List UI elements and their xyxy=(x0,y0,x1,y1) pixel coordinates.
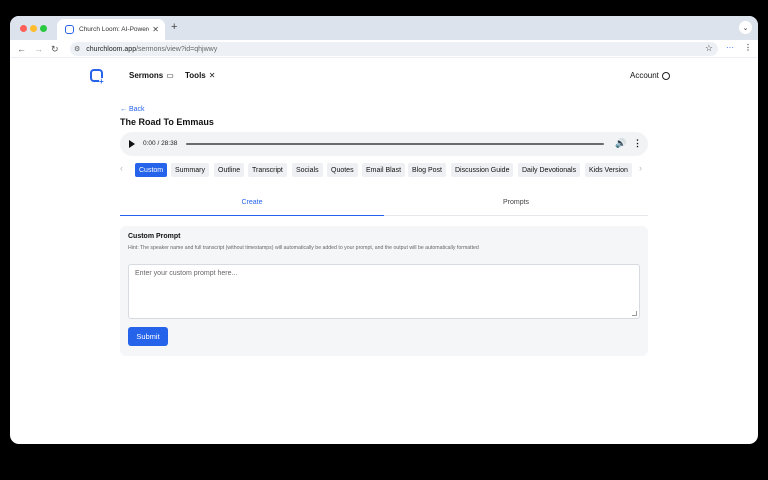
nav-tools-label: Tools xyxy=(185,71,206,80)
chevron-down-icon[interactable]: ⌄ xyxy=(739,21,752,34)
browser-tab[interactable]: Church Loom: AI-Powered Con ✕ xyxy=(57,19,165,40)
browser-toolbar: ← → ↻ ⚙ churchloom.app/sermons/view?id=q… xyxy=(10,40,758,58)
site-info-icon[interactable]: ⚙ xyxy=(74,45,80,53)
account-menu[interactable]: Account xyxy=(630,71,670,80)
url-text: churchloom.app/sermons/view?id=qhjwwy xyxy=(86,46,217,53)
logo-plus-mark: + xyxy=(99,77,104,86)
custom-prompt-card: Custom Prompt Hint: The speaker name and… xyxy=(120,226,648,356)
chevron-right-icon[interactable]: › xyxy=(639,163,642,173)
tools-icon: ✕ xyxy=(208,71,216,80)
tab-blog-post[interactable]: Blog Post xyxy=(408,163,446,177)
custom-prompt-placeholder: Enter your custom prompt here... xyxy=(135,270,238,277)
audio-player: 0:00 / 28:38 🔊 ⋮ xyxy=(120,132,648,156)
tab-socials[interactable]: Socials xyxy=(292,163,323,177)
audio-time: 0:00 / 28:38 xyxy=(143,140,178,147)
volume-icon[interactable]: 🔊 xyxy=(615,138,626,149)
audio-progress-track[interactable] xyxy=(186,143,604,145)
tab-daily-devotionals[interactable]: Daily Devotionals xyxy=(518,163,581,177)
tab-quotes[interactable]: Quotes xyxy=(327,163,358,177)
bookmark-star-icon[interactable]: ☆ xyxy=(705,43,713,54)
tab-summary[interactable]: Summary xyxy=(171,163,209,177)
back-link[interactable]: ← Back xyxy=(120,106,145,113)
tab-title: Church Loom: AI-Powered Con xyxy=(79,26,149,33)
subtab-create[interactable]: Create xyxy=(120,198,384,216)
custom-prompt-hint: Hint: The speaker name and full transcri… xyxy=(128,245,479,251)
podium-icon: ▭ xyxy=(166,71,174,80)
tab-strip: Church Loom: AI-Powered Con ✕ + ⌄ xyxy=(10,16,758,40)
tab-email-blast[interactable]: Email Blast xyxy=(362,163,406,177)
url-host: churchloom.app xyxy=(86,45,137,53)
tab-custom[interactable]: Custom xyxy=(135,163,168,177)
tab-outline[interactable]: Outline xyxy=(214,163,245,177)
tab-close-icon[interactable]: ✕ xyxy=(152,25,159,34)
nav-tools[interactable]: Tools ✕ xyxy=(185,71,215,80)
minimize-window-button[interactable] xyxy=(30,25,37,32)
tab-kids-version[interactable]: Kids Version xyxy=(585,163,632,177)
more-options-icon[interactable]: ⋮ xyxy=(633,138,642,149)
browser-window: Church Loom: AI-Powered Con ✕ + ⌄ ← → ↻ … xyxy=(10,16,758,444)
resize-handle-icon[interactable] xyxy=(632,311,637,316)
subtab-prompts[interactable]: Prompts xyxy=(384,198,648,216)
chevron-left-icon[interactable]: ‹ xyxy=(120,163,123,173)
user-circle-icon xyxy=(661,71,670,80)
content-tabs: ‹ Custom Summary Outline Transcript Soci… xyxy=(120,162,650,178)
submit-button[interactable]: Submit xyxy=(128,327,168,346)
maximize-window-button[interactable] xyxy=(40,25,47,32)
extensions-icon[interactable]: ··· xyxy=(726,43,734,52)
nav-sermons[interactable]: Sermons ▭ xyxy=(129,71,174,80)
sermon-title: The Road To Emmaus xyxy=(120,117,214,127)
play-icon[interactable] xyxy=(129,140,135,148)
tab-transcript[interactable]: Transcript xyxy=(248,163,287,177)
address-bar[interactable]: ⚙ churchloom.app/sermons/view?id=qhjwwy … xyxy=(70,42,718,56)
custom-prompt-title: Custom Prompt xyxy=(128,233,181,240)
new-tab-button[interactable]: + xyxy=(171,21,177,33)
nav-sermons-label: Sermons xyxy=(129,71,164,80)
reload-icon[interactable]: ↻ xyxy=(51,43,59,55)
url-path: /sermons/view?id=qhjwwy xyxy=(136,45,218,53)
back-arrow-icon[interactable]: ← xyxy=(17,43,26,55)
browser-menu-icon[interactable]: ⋮ xyxy=(744,43,752,52)
sub-tabs: Create Prompts xyxy=(120,198,648,216)
custom-prompt-input[interactable]: Enter your custom prompt here... xyxy=(128,264,640,319)
close-window-button[interactable] xyxy=(20,25,27,32)
favicon-icon xyxy=(65,25,74,34)
tab-discussion-guide[interactable]: Discussion Guide xyxy=(451,163,514,177)
app-header: + Sermons ▭ Tools ✕ Account xyxy=(10,58,758,94)
account-label: Account xyxy=(630,71,659,80)
forward-arrow-icon[interactable]: → xyxy=(34,43,43,55)
